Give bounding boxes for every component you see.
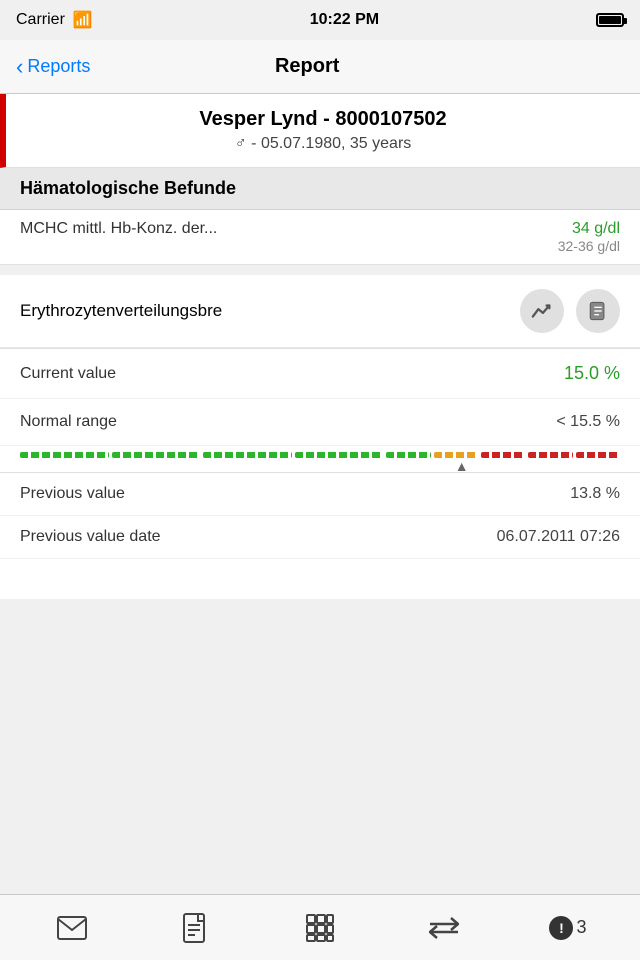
- range-bar-segment: [20, 452, 109, 458]
- previous-value-row: Previous value 13.8 %: [0, 473, 640, 516]
- alert-count: 3: [576, 917, 586, 938]
- spacer: [0, 265, 640, 275]
- previous-date-label: Previous value date: [20, 528, 161, 546]
- pdf-icon: [183, 913, 209, 943]
- back-label: Reports: [27, 56, 90, 77]
- carrier-label: Carrier: [16, 11, 65, 29]
- mchc-item-row[interactable]: MCHC mittl. Hb-Konz. der... 34 g/dl 32-3…: [0, 210, 640, 265]
- range-bar-segment: [576, 452, 620, 458]
- normal-range-label: Normal range: [20, 413, 117, 431]
- nav-bar: ‹ Reports Report: [0, 40, 640, 94]
- range-bar-segment: [203, 452, 292, 458]
- alert-button[interactable]: ! 3: [541, 901, 595, 955]
- detail-header: Erythrozytenverteilungsbre: [0, 275, 640, 348]
- patient-info: ♂ - 05.07.1980, 35 years: [26, 135, 620, 153]
- section-title: Hämatologische Befunde: [20, 178, 620, 199]
- range-bar-segment: [112, 452, 201, 458]
- current-value-display: 15.0 %: [564, 363, 620, 384]
- previous-value-display: 13.8 %: [570, 485, 620, 503]
- detail-name: Erythrozytenverteilungsbre: [20, 301, 508, 321]
- nav-title: Report: [275, 55, 339, 78]
- status-bar: Carrier 📶 10:22 PM: [0, 0, 640, 40]
- detail-section: Erythrozytenverteilungsbre: [0, 275, 640, 599]
- back-chevron-icon: ‹: [16, 56, 23, 78]
- patient-name: Vesper Lynd - 8000107502: [26, 108, 620, 131]
- trend-icon: [531, 300, 553, 322]
- range-bar: [20, 452, 620, 458]
- alert-badge: ! 3: [549, 916, 586, 940]
- current-value-label: Current value: [20, 365, 116, 383]
- grid-button[interactable]: [293, 901, 347, 955]
- mchc-values: 34 g/dl 32-36 g/dl: [558, 220, 620, 254]
- range-bar-segment: [528, 452, 572, 458]
- patient-card: Vesper Lynd - 8000107502 ♂ - 05.07.1980,…: [0, 94, 640, 168]
- range-bar-segment: [295, 452, 384, 458]
- battery-area: [596, 13, 624, 27]
- book-icon: [587, 300, 609, 322]
- current-value-row: Current value 15.0 %: [0, 349, 640, 399]
- previous-date-row: Previous value date 06.07.2011 07:26: [0, 516, 640, 559]
- mchc-label: MCHC mittl. Hb-Konz. der...: [20, 220, 558, 238]
- trend-chart-button[interactable]: [520, 289, 564, 333]
- toolbar: ! 3: [0, 894, 640, 960]
- previous-date-display: 06.07.2011 07:26: [497, 528, 620, 546]
- time-label: 10:22 PM: [310, 11, 379, 29]
- status-left: Carrier 📶: [16, 10, 93, 30]
- pdf-button[interactable]: [169, 901, 223, 955]
- mchc-current-value: 34 g/dl: [558, 220, 620, 238]
- back-button[interactable]: ‹ Reports: [16, 56, 90, 78]
- range-indicator: [455, 458, 469, 474]
- section-header: Hämatologische Befunde: [0, 168, 640, 210]
- wifi-icon: 📶: [73, 10, 93, 30]
- transfer-icon: [429, 916, 459, 940]
- scrollable-content: Vesper Lynd - 8000107502 ♂ - 05.07.1980,…: [0, 94, 640, 894]
- bottom-hint: [0, 559, 640, 599]
- range-bar-segment: [481, 452, 525, 458]
- info-book-button[interactable]: [576, 289, 620, 333]
- battery-icon: [596, 13, 624, 27]
- normal-range-row: Normal range < 15.5 %: [0, 399, 640, 446]
- transfer-button[interactable]: [417, 901, 471, 955]
- mchc-normal-range: 32-36 g/dl: [558, 238, 620, 254]
- normal-range-display: < 15.5 %: [556, 413, 620, 431]
- previous-value-label: Previous value: [20, 485, 125, 503]
- range-bar-segment: [386, 452, 430, 458]
- range-bar-container: [0, 446, 640, 472]
- grid-icon: [306, 914, 334, 942]
- email-icon: [57, 916, 87, 940]
- email-button[interactable]: [45, 901, 99, 955]
- alert-circle-icon: !: [549, 916, 573, 940]
